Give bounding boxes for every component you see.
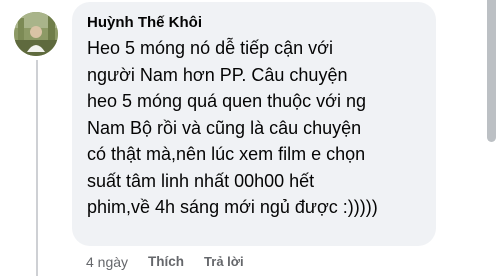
reply-button[interactable]: Trả lời bbox=[204, 253, 244, 271]
avatar-photo bbox=[14, 12, 58, 56]
comment-text: Heo 5 móng nó dễ tiếp cận với người Nam … bbox=[87, 38, 378, 217]
like-button[interactable]: Thích bbox=[148, 253, 184, 271]
comment-actions: 4 ngày Thích Trả lời bbox=[86, 253, 244, 271]
comment-author[interactable]: Huỳnh Thế Khôi bbox=[87, 13, 424, 33]
thread-connector-line bbox=[36, 60, 38, 276]
comment-bubble: Huỳnh Thế Khôi Heo 5 móng nó dễ tiếp cận… bbox=[72, 2, 436, 246]
avatar[interactable] bbox=[14, 12, 58, 56]
scrollbar-thumb[interactable] bbox=[487, 0, 496, 142]
comment-thread: Huỳnh Thế Khôi Heo 5 móng nó dễ tiếp cận… bbox=[0, 0, 500, 276]
comment-timestamp[interactable]: 4 ngày bbox=[86, 253, 128, 271]
